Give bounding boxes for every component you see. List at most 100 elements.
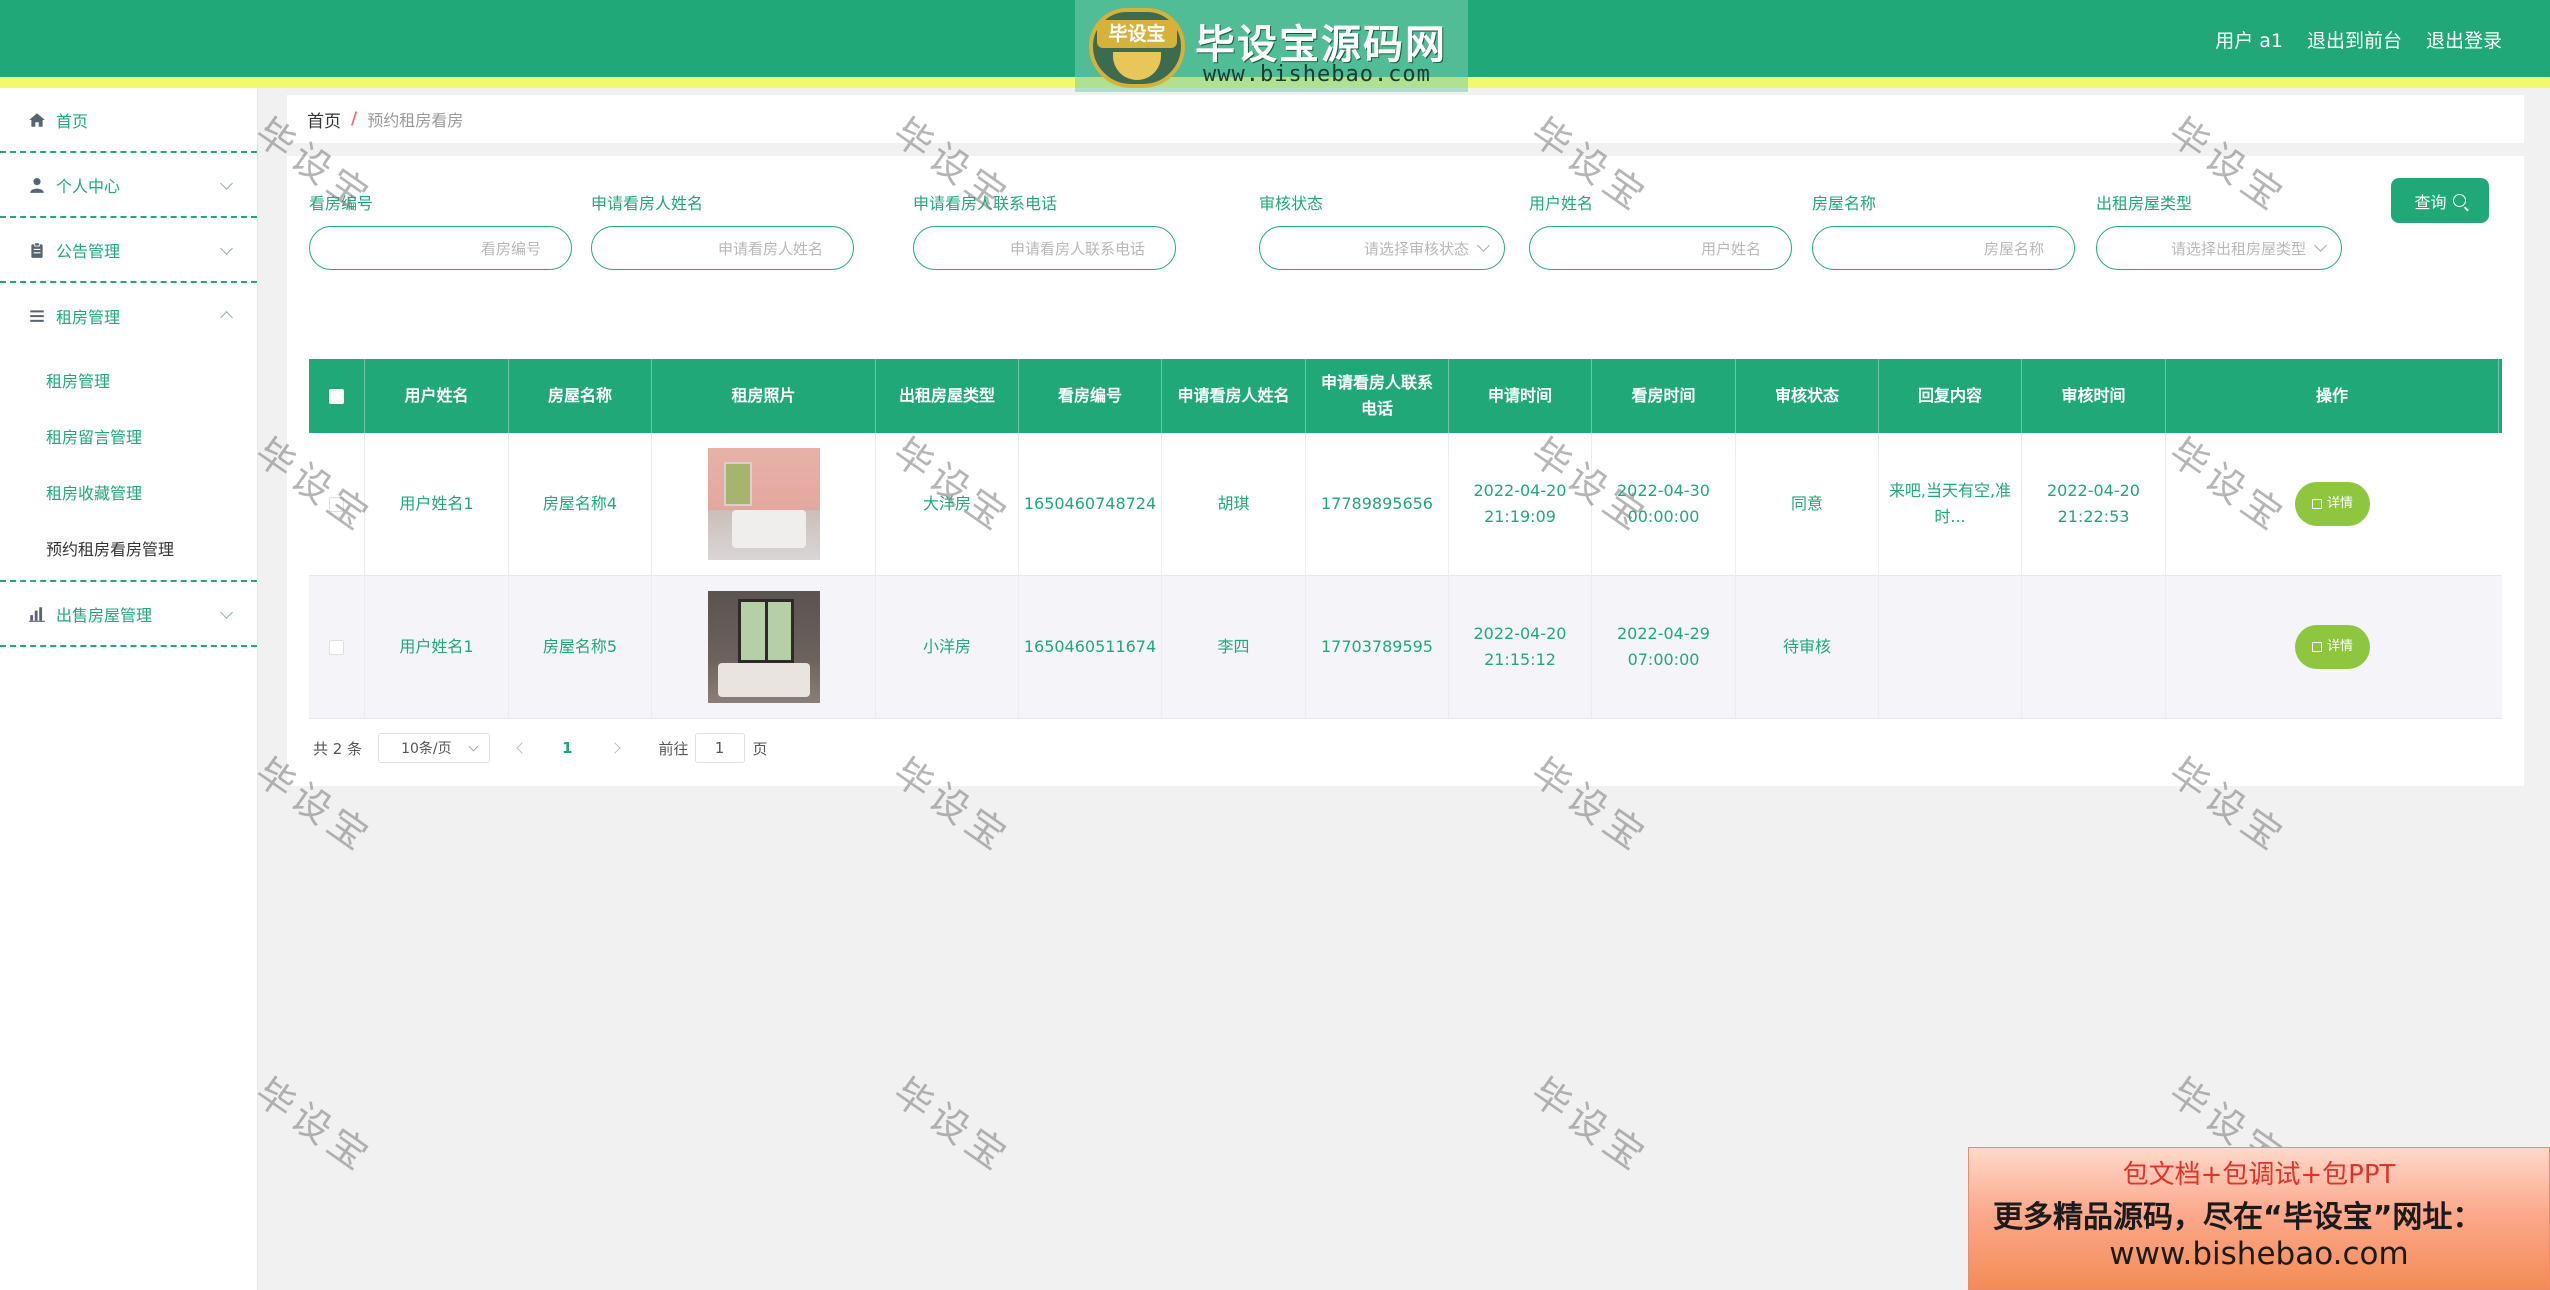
chevron-down-icon	[220, 606, 233, 619]
search-house-name: 房屋名称 房屋名称	[1812, 190, 2075, 270]
table-header: 用户姓名 房屋名称 租房照片 出租房屋类型 看房编号 申请看房人姓名 申请看房人…	[309, 359, 2502, 433]
column-header: 申请时间	[1449, 359, 1592, 433]
cell-user-name: 用户姓名1	[365, 433, 509, 575]
column-header: 申请看房人联系电话	[1306, 359, 1449, 433]
booking-table: 用户姓名 房屋名称 租房照片 出租房屋类型 看房编号 申请看房人姓名 申请看房人…	[309, 359, 2502, 719]
detail-button[interactable]: 详情	[2295, 482, 2370, 526]
promo-line-1: 包文档+包调试+包PPT	[2122, 1160, 2396, 1190]
user-icon	[30, 177, 44, 193]
page-size-select[interactable]: 10条/页	[378, 733, 491, 763]
phone-input[interactable]: 申请看房人联系电话	[913, 226, 1176, 270]
sidebar-item-notice[interactable]: 公告管理	[0, 218, 257, 283]
watermark: 毕设宝	[1523, 1069, 1657, 1182]
rent-submenu: 租房管理 租房留言管理 租房收藏管理 预约租房看房管理	[0, 348, 257, 582]
sidebar-item-label: 出售房屋管理	[56, 605, 153, 625]
chevron-down-icon	[468, 741, 479, 752]
search-user-name: 用户姓名 用户姓名	[1529, 190, 1792, 270]
row-checkbox[interactable]	[329, 639, 344, 655]
applicant-input[interactable]: 申请看房人姓名	[591, 226, 854, 270]
logout-link[interactable]: 退出登录	[2426, 26, 2502, 53]
column-header: 租房照片	[652, 359, 876, 433]
detail-button-label: 详情	[2326, 496, 2353, 511]
query-button-label: 查询	[2414, 192, 2447, 212]
back-to-front-link[interactable]: 退出到前台	[2307, 26, 2402, 53]
house-type-select[interactable]: 请选择出租房屋类型	[2096, 226, 2342, 270]
cell-house-name: 房屋名称5	[509, 576, 652, 718]
submenu-rent-message[interactable]: 租房留言管理	[0, 408, 257, 464]
document-icon	[2311, 499, 2322, 509]
chevron-down-icon	[220, 242, 233, 255]
cell-applicant: 胡琪	[1162, 433, 1306, 575]
user-name-input[interactable]: 用户姓名	[1529, 226, 1792, 270]
row-select-cell	[309, 433, 365, 575]
promo-line-2: 更多精品源码，尽在“毕设宝”网址：	[1993, 1200, 2483, 1235]
table-row[interactable]: 用户姓名1 房屋名称5 小洋房 1650460511674 李四 1770378…	[309, 576, 2502, 719]
sidebar-item-sale[interactable]: 出售房屋管理	[0, 582, 257, 647]
cell-reply	[1879, 576, 2022, 718]
status-select-placeholder: 请选择审核状态	[1363, 239, 1469, 258]
logo-face-shape	[1113, 52, 1161, 80]
cell-review-time: 2022-04-20 21:22:53	[2022, 433, 2166, 575]
row-select-cell	[309, 576, 365, 718]
query-button[interactable]: 查询	[2391, 178, 2489, 223]
bar-chart-icon	[29, 606, 45, 622]
sidebar-item-rent[interactable]: 租房管理	[0, 283, 257, 348]
cell-actions: 详情	[2166, 433, 2499, 575]
search-house-type: 出租房屋类型 请选择出租房屋类型	[2096, 190, 2342, 270]
column-header: 审核状态	[1736, 359, 1879, 433]
breadcrumb-home[interactable]: 首页	[307, 107, 341, 132]
list-icon	[30, 309, 44, 322]
goto-label: 前往	[658, 739, 689, 758]
field-label: 申请看房人联系电话	[913, 194, 1058, 213]
room-photo	[707, 591, 820, 703]
current-user[interactable]: 用户 a1	[2215, 26, 2283, 53]
sidebar-item-label: 公告管理	[56, 241, 121, 261]
column-header: 出租房屋类型	[876, 359, 1019, 433]
cell-review-time	[2022, 576, 2166, 718]
cell-photo	[652, 433, 876, 575]
page-number[interactable]: 1	[562, 739, 572, 757]
status-select[interactable]: 请选择审核状态	[1259, 226, 1505, 270]
submenu-rent[interactable]: 租房管理	[0, 352, 257, 408]
field-label: 用户姓名	[1529, 194, 1594, 213]
select-all-checkbox[interactable]	[329, 388, 344, 404]
sidebar-item-home[interactable]: 首页	[0, 88, 257, 153]
goto-suffix: 页	[752, 739, 768, 758]
promo-banner[interactable]: 包文档+包调试+包PPT 更多精品源码，尽在“毕设宝”网址： www.bishe…	[1968, 1147, 2550, 1290]
next-page-icon[interactable]	[608, 742, 621, 754]
goto-page-input[interactable]: 1	[694, 733, 745, 763]
pagination: 共 2 条 10条/页 1 前往 1 页	[313, 733, 768, 763]
submenu-rent-viewing[interactable]: 预约租房看房管理	[0, 520, 257, 576]
chevron-down-icon	[1477, 239, 1490, 252]
view-no-input[interactable]: 看房编号	[309, 226, 572, 270]
table-row[interactable]: 用户姓名1 房屋名称4 大洋房 1650460748724 胡琪 1778989…	[309, 433, 2502, 576]
breadcrumb-separator: /	[351, 109, 358, 129]
watermark: 毕设宝	[885, 1069, 1019, 1182]
cell-status: 同意	[1736, 433, 1879, 575]
cell-view-time: 2022-04-29 07:00:00	[1592, 576, 1736, 718]
cell-user-name: 用户姓名1	[365, 576, 509, 718]
house-name-input[interactable]: 房屋名称	[1812, 226, 2075, 270]
detail-button[interactable]: 详情	[2295, 625, 2370, 669]
site-logo: 毕设宝 毕设宝源码网 www.bishebao.com	[1075, 0, 1468, 92]
clipboard-icon	[31, 241, 43, 258]
detail-button-label: 详情	[2326, 639, 2353, 654]
cell-house-type: 小洋房	[876, 576, 1019, 718]
watermark: 毕设宝	[247, 1069, 381, 1182]
prev-page-icon[interactable]	[516, 742, 528, 754]
chevron-down-icon	[2314, 239, 2327, 252]
sidebar-item-personal[interactable]: 个人中心	[0, 153, 257, 218]
field-label: 出租房屋类型	[2096, 194, 2193, 213]
cell-apply-time: 2022-04-20 21:15:12	[1449, 576, 1592, 718]
document-icon	[2311, 642, 2322, 652]
column-header: 操作	[2166, 359, 2499, 433]
search-applicant: 申请看房人姓名 申请看房人姓名	[591, 190, 854, 270]
total-count: 共 2 条	[313, 739, 363, 758]
row-checkbox[interactable]	[329, 496, 344, 512]
search-phone: 申请看房人联系电话 申请看房人联系电话	[913, 190, 1176, 270]
submenu-rent-favorite[interactable]: 租房收藏管理	[0, 464, 257, 520]
sidebar-item-label: 租房管理	[56, 307, 121, 327]
field-label: 看房编号	[309, 194, 374, 213]
cell-view-time: 2022-04-30 00:00:00	[1592, 433, 1736, 575]
breadcrumb-current: 预约租房看房	[367, 111, 464, 130]
